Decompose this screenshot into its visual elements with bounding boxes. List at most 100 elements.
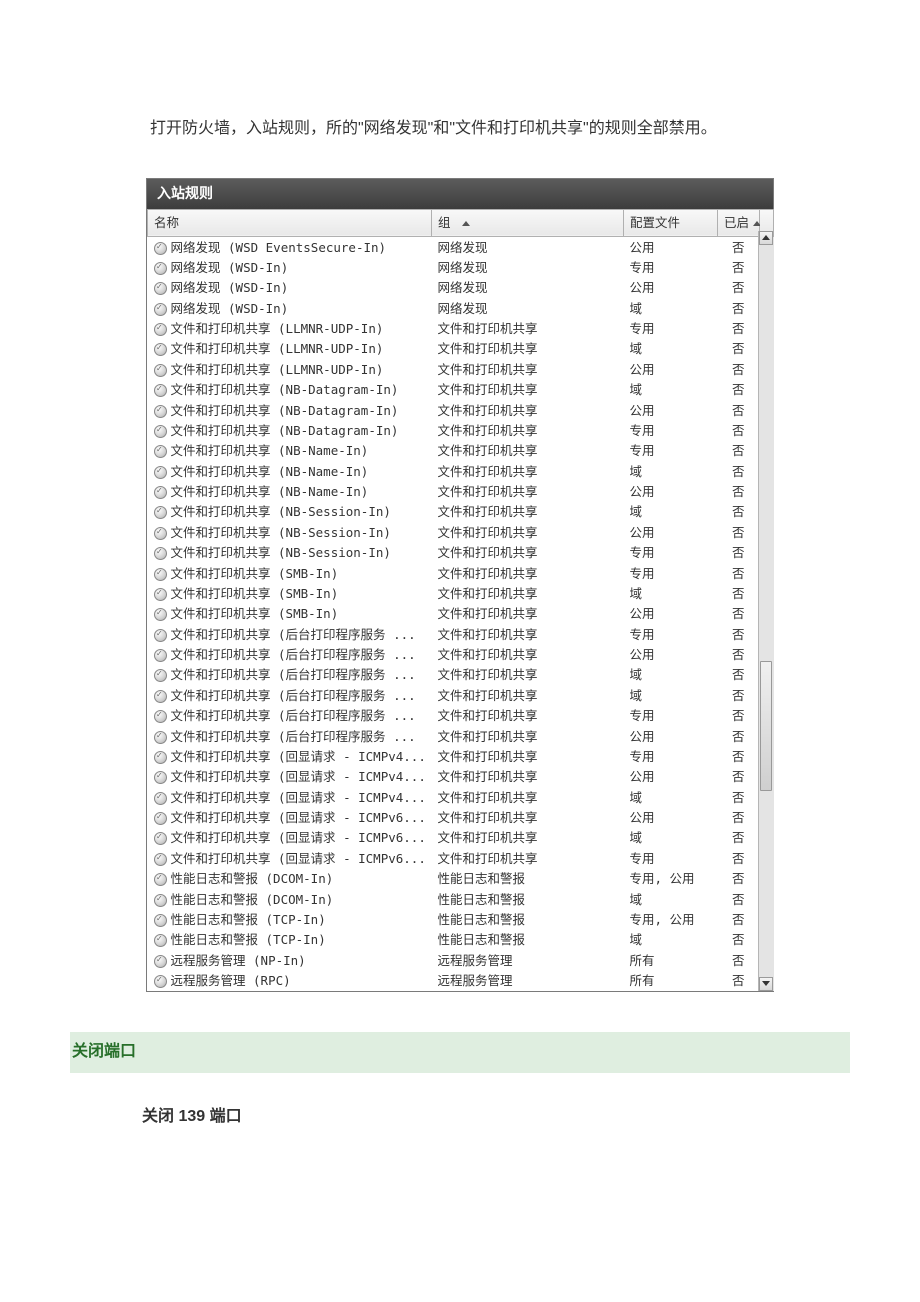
rule-name-cell: 文件和打印机共享 (后台打印程序服务 ... [148, 706, 432, 726]
rule-name-text: 文件和打印机共享 (回显请求 - ICMPv6... [171, 810, 426, 825]
rule-name-cell: 文件和打印机共享 (后台打印程序服务 ... [148, 624, 432, 644]
rule-enabled-cell: 否 [718, 319, 760, 339]
rule-enabled-cell: 否 [718, 583, 760, 603]
table-row[interactable]: 远程服务管理 (RPC)远程服务管理所有否 [148, 971, 774, 991]
rule-enabled-cell: 否 [718, 808, 760, 828]
rule-profile-cell: 公用 [624, 400, 718, 420]
rule-enabled-cell: 否 [718, 909, 760, 929]
table-row[interactable]: 文件和打印机共享 (NB-Session-In)文件和打印机共享专用否 [148, 543, 774, 563]
table-row[interactable]: 文件和打印机共享 (回显请求 - ICMPv4...文件和打印机共享公用否 [148, 767, 774, 787]
table-row[interactable]: 文件和打印机共享 (NB-Name-In)文件和打印机共享公用否 [148, 482, 774, 502]
table-row[interactable]: 网络发现 (WSD-In)网络发现公用否 [148, 278, 774, 298]
table-row[interactable]: 文件和打印机共享 (NB-Name-In)文件和打印机共享专用否 [148, 441, 774, 461]
table-row[interactable]: 网络发现 (WSD-In)网络发现专用否 [148, 257, 774, 277]
rule-disabled-icon [154, 262, 167, 275]
rule-group-cell: 文件和打印机共享 [432, 746, 624, 766]
table-row[interactable]: 文件和打印机共享 (SMB-In)文件和打印机共享域否 [148, 583, 774, 603]
rule-name-text: 文件和打印机共享 (NB-Datagram-In) [171, 403, 399, 418]
rule-name-text: 文件和打印机共享 (后台打印程序服务 ... [171, 667, 416, 682]
rule-name-text: 文件和打印机共享 (后台打印程序服务 ... [171, 627, 416, 642]
table-row[interactable]: 性能日志和警报 (DCOM-In)性能日志和警报专用, 公用否 [148, 869, 774, 889]
rule-profile-cell: 专用 [624, 420, 718, 440]
table-row[interactable]: 文件和打印机共享 (LLMNR-UDP-In)文件和打印机共享专用否 [148, 319, 774, 339]
rule-name-text: 文件和打印机共享 (回显请求 - ICMPv4... [171, 790, 426, 805]
table-row[interactable]: 文件和打印机共享 (LLMNR-UDP-In)文件和打印机共享域否 [148, 339, 774, 359]
scroll-down-button[interactable] [759, 977, 773, 991]
rule-name-cell: 文件和打印机共享 (NB-Session-In) [148, 522, 432, 542]
table-row[interactable]: 文件和打印机共享 (回显请求 - ICMPv4...文件和打印机共享域否 [148, 787, 774, 807]
rule-profile-cell: 公用 [624, 645, 718, 665]
rule-name-text: 文件和打印机共享 (NB-Name-In) [171, 484, 369, 499]
rule-name-cell: 文件和打印机共享 (NB-Datagram-In) [148, 420, 432, 440]
rule-profile-cell: 专用 [624, 848, 718, 868]
rule-profile-cell: 专用 [624, 257, 718, 277]
table-row[interactable]: 文件和打印机共享 (回显请求 - ICMPv6...文件和打印机共享公用否 [148, 808, 774, 828]
rule-enabled-cell: 否 [718, 889, 760, 909]
table-row[interactable]: 文件和打印机共享 (NB-Datagram-In)文件和打印机共享域否 [148, 380, 774, 400]
table-row[interactable]: 性能日志和警报 (TCP-In)性能日志和警报专用, 公用否 [148, 909, 774, 929]
rule-group-cell: 文件和打印机共享 [432, 726, 624, 746]
rule-profile-cell: 域 [624, 930, 718, 950]
firewall-rules-panel: 入站规则 名称 组 配置文件 已启 [146, 178, 774, 992]
table-row[interactable]: 文件和打印机共享 (后台打印程序服务 ...文件和打印机共享公用否 [148, 726, 774, 746]
scroll-thumb[interactable] [760, 661, 772, 791]
rule-disabled-icon [154, 934, 167, 947]
table-row[interactable]: 文件和打印机共享 (后台打印程序服务 ...文件和打印机共享域否 [148, 685, 774, 705]
rule-group-cell: 文件和打印机共享 [432, 359, 624, 379]
table-row[interactable]: 文件和打印机共享 (SMB-In)文件和打印机共享公用否 [148, 604, 774, 624]
table-row[interactable]: 性能日志和警报 (DCOM-In)性能日志和警报域否 [148, 889, 774, 909]
table-row[interactable]: 性能日志和警报 (TCP-In)性能日志和警报域否 [148, 930, 774, 950]
rule-group-cell: 文件和打印机共享 [432, 400, 624, 420]
table-row[interactable]: 文件和打印机共享 (LLMNR-UDP-In)文件和打印机共享公用否 [148, 359, 774, 379]
rule-profile-cell: 域 [624, 665, 718, 685]
table-row[interactable]: 网络发现 (WSD EventsSecure-In)网络发现公用否 [148, 237, 774, 258]
rule-enabled-cell: 否 [718, 726, 760, 746]
panel-title: 入站规则 [147, 179, 773, 208]
header-profile[interactable]: 配置文件 [624, 209, 718, 237]
table-row[interactable]: 网络发现 (WSD-In)网络发现域否 [148, 298, 774, 318]
table-row[interactable]: 文件和打印机共享 (回显请求 - ICMPv6...文件和打印机共享域否 [148, 828, 774, 848]
rule-enabled-cell: 否 [718, 543, 760, 563]
rule-name-text: 文件和打印机共享 (后台打印程序服务 ... [171, 729, 416, 744]
table-row[interactable]: 文件和打印机共享 (后台打印程序服务 ...文件和打印机共享专用否 [148, 624, 774, 644]
rule-enabled-cell: 否 [718, 971, 760, 991]
rule-disabled-icon [154, 955, 167, 968]
rule-name-cell: 文件和打印机共享 (NB-Name-In) [148, 482, 432, 502]
rule-group-cell: 文件和打印机共享 [432, 848, 624, 868]
rule-name-text: 文件和打印机共享 (后台打印程序服务 ... [171, 647, 416, 662]
header-name[interactable]: 名称 [148, 209, 432, 237]
rule-group-cell: 文件和打印机共享 [432, 767, 624, 787]
vertical-scrollbar[interactable] [758, 231, 773, 991]
rule-name-text: 文件和打印机共享 (LLMNR-UDP-In) [171, 321, 384, 336]
table-row[interactable]: 文件和打印机共享 (后台打印程序服务 ...文件和打印机共享专用否 [148, 706, 774, 726]
table-row[interactable]: 文件和打印机共享 (NB-Session-In)文件和打印机共享公用否 [148, 522, 774, 542]
rule-name-text: 网络发现 (WSD EventsSecure-In) [171, 240, 387, 255]
rule-disabled-icon [154, 894, 167, 907]
header-enabled[interactable]: 已启 [718, 209, 760, 237]
table-row[interactable]: 文件和打印机共享 (回显请求 - ICMPv4...文件和打印机共享专用否 [148, 746, 774, 766]
rule-name-cell: 文件和打印机共享 (NB-Name-In) [148, 441, 432, 461]
rule-group-cell: 文件和打印机共享 [432, 645, 624, 665]
table-row[interactable]: 文件和打印机共享 (SMB-In)文件和打印机共享专用否 [148, 563, 774, 583]
rule-name-cell: 文件和打印机共享 (后台打印程序服务 ... [148, 685, 432, 705]
table-row[interactable]: 远程服务管理 (NP-In)远程服务管理所有否 [148, 950, 774, 970]
table-row[interactable]: 文件和打印机共享 (NB-Session-In)文件和打印机共享域否 [148, 502, 774, 522]
table-row[interactable]: 文件和打印机共享 (NB-Datagram-In)文件和打印机共享专用否 [148, 420, 774, 440]
table-row[interactable]: 文件和打印机共享 (NB-Name-In)文件和打印机共享域否 [148, 461, 774, 481]
rule-disabled-icon [154, 506, 167, 519]
intro-paragraph: 打开防火墙，入站规则，所的"网络发现"和"文件和打印机共享"的规则全部禁用。 [110, 110, 810, 148]
rule-enabled-cell: 否 [718, 685, 760, 705]
rule-name-cell: 文件和打印机共享 (NB-Name-In) [148, 461, 432, 481]
scroll-up-button[interactable] [759, 231, 773, 245]
table-row[interactable]: 文件和打印机共享 (回显请求 - ICMPv6...文件和打印机共享专用否 [148, 848, 774, 868]
table-row[interactable]: 文件和打印机共享 (NB-Datagram-In)文件和打印机共享公用否 [148, 400, 774, 420]
rule-group-cell: 文件和打印机共享 [432, 604, 624, 624]
rule-disabled-icon [154, 873, 167, 886]
header-group[interactable]: 组 [432, 209, 624, 237]
rule-profile-cell: 域 [624, 502, 718, 522]
table-row[interactable]: 文件和打印机共享 (后台打印程序服务 ...文件和打印机共享域否 [148, 665, 774, 685]
table-row[interactable]: 文件和打印机共享 (后台打印程序服务 ...文件和打印机共享公用否 [148, 645, 774, 665]
rule-group-cell: 文件和打印机共享 [432, 583, 624, 603]
rule-disabled-icon [154, 731, 167, 744]
rule-name-cell: 文件和打印机共享 (LLMNR-UDP-In) [148, 319, 432, 339]
